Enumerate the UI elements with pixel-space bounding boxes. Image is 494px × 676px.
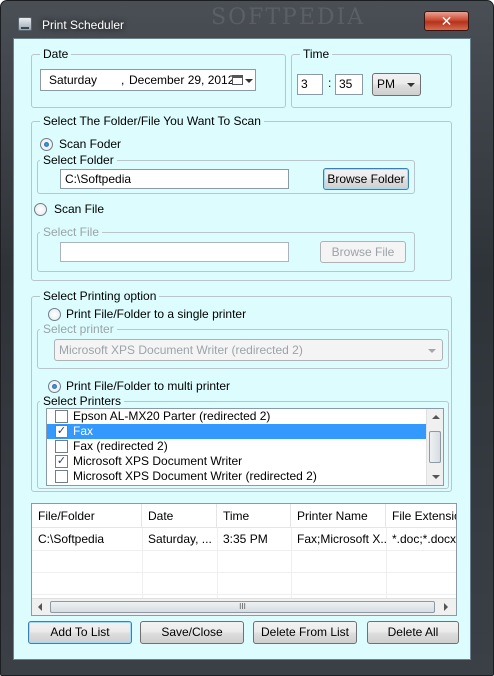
select-printer-label: Select printer [40,322,117,336]
watermark: SOFTPEDIA [211,5,366,30]
hour-value: 3 [301,77,308,91]
scan-folder-label[interactable]: Scan Foder [59,137,121,151]
arrow-down-icon [432,475,440,479]
printers-scrollbar[interactable] [426,409,443,485]
printer-checkbox[interactable]: ✓ [55,455,68,468]
chevron-down-icon[interactable] [245,79,253,83]
close-icon: ✕ [440,13,453,29]
single-printer-radio[interactable] [48,308,61,321]
scroll-down-button[interactable] [428,469,443,485]
scroll-grip-icon: III [239,602,246,611]
column-header[interactable]: Printer Name [291,504,386,528]
scan-folder-radio[interactable] [40,138,53,151]
scroll-thumb[interactable] [429,431,441,463]
arrow-left-icon[interactable] [38,603,42,611]
printer-checkbox[interactable] [55,410,68,423]
date-value: December 29, 2012 [129,73,235,87]
printer-row[interactable]: ✓ Fax [47,424,427,439]
printer-name: Epson AL-MX20 Parter (redirected 2) [73,409,271,423]
chevron-down-icon [407,83,415,87]
ampm-select[interactable]: PM [372,73,421,96]
printing-group: Select Printing option Print File/Folder… [31,289,452,492]
app-icon [18,17,32,31]
scan-file-label[interactable]: Scan File [54,202,104,216]
time-separator: : [328,76,332,90]
select-printers-group: Select Printers Epson AL-MX20 Parter (re… [37,394,449,489]
printer-name: Microsoft XPS Document Writer [73,454,243,468]
printer-name: Microsoft XPS Document Writer (redirecte… [73,469,317,483]
ampm-value: PM [377,77,395,91]
select-folder-group: Select Folder C:\Softpedia Browse Folder [37,153,415,194]
hscroll-thumb[interactable]: III [50,601,435,613]
table-cell: C:\Softpedia [38,532,105,546]
browse-file-button[interactable]: Browse File [320,241,406,263]
arrow-right-icon[interactable] [444,603,448,611]
table-cell: *.doc;*.docx... [392,532,457,546]
scroll-up-button[interactable] [428,409,443,425]
schedule-grid[interactable]: File/Folder Date Time Printer Name File … [31,503,457,616]
scan-group: Select The Folder/File You Want To Scan … [31,114,452,281]
close-button[interactable]: ✕ [424,11,469,31]
window-title: Print Scheduler [42,18,125,32]
folder-path-value: C:\Softpedia [65,172,132,186]
printer-name: Fax [73,424,94,438]
column-header[interactable]: Date [142,504,217,528]
client-area: Date Saturday , December 29, 2012 Time 3… [13,38,471,660]
printer-row[interactable]: Epson AL-MX20 Parter (redirected 2) [47,409,427,424]
single-printer-value: Microsoft XPS Document Writer (redirecte… [59,343,303,357]
select-printers-label: Select Printers [40,394,125,408]
table-cell: Saturday, ... [148,532,212,546]
printer-row[interactable]: Microsoft XPS Document Writer (redirecte… [47,469,427,484]
select-folder-label: Select Folder [40,153,117,167]
delete-from-list-button[interactable]: Delete From List [253,621,357,644]
grid-header: File/Folder Date Time Printer Name File … [32,504,456,528]
printer-name: Fax (redirected 2) [73,439,168,453]
title-bar[interactable]: Print Scheduler SOFTPEDIA ✕ [1,1,494,39]
printers-list[interactable]: Epson AL-MX20 Parter (redirected 2) ✓ Fa… [46,408,444,486]
scan-group-label: Select The Folder/File You Want To Scan [40,114,264,128]
minute-value: 35 [339,77,353,91]
date-group-label: Date [40,47,72,61]
time-group-label: Time [300,47,333,61]
column-header[interactable]: File/Folder [32,504,142,528]
printer-checkbox[interactable] [55,440,68,453]
select-file-group: Select File Browse File [37,225,415,272]
printing-group-label: Select Printing option [40,289,160,303]
select-printer-group: Select printer Microsoft XPS Document Wr… [37,322,449,369]
date-comma: , [121,73,125,87]
printer-checkbox[interactable] [55,470,68,483]
select-file-label: Select File [40,225,103,239]
multi-printer-radio[interactable] [48,380,61,393]
date-weekday: Saturday [49,73,98,87]
minute-input[interactable]: 35 [335,74,363,95]
printer-row[interactable]: ✓ Microsoft XPS Document Writer [47,454,427,469]
multi-printer-label[interactable]: Print File/Folder to multi printer [66,379,230,393]
time-group: Time 3 : 35 PM [291,47,452,108]
calendar-icon[interactable] [232,75,243,85]
hour-input[interactable]: 3 [297,74,323,95]
single-printer-label[interactable]: Print File/Folder to a single printer [66,307,246,321]
scan-file-radio[interactable] [34,203,47,216]
single-printer-select[interactable]: Microsoft XPS Document Writer (redirecte… [54,339,443,361]
column-header[interactable]: File Extensio... [386,504,456,528]
printer-checkbox[interactable]: ✓ [55,425,68,438]
date-group: Date Saturday , December 29, 2012 [31,47,286,108]
delete-all-button[interactable]: Delete All [367,621,459,644]
column-header[interactable]: Time [217,504,291,528]
chevron-down-icon [428,349,436,353]
date-picker[interactable]: Saturday , December 29, 2012 [40,69,256,91]
grid-hscrollbar[interactable]: III [32,598,456,615]
folder-path-input[interactable]: C:\Softpedia [60,169,289,189]
save-close-button[interactable]: Save/Close [140,621,244,644]
table-cell: 3:35 PM [223,532,268,546]
printer-row[interactable]: Fax (redirected 2) [47,439,427,454]
add-to-list-button[interactable]: Add To List [28,621,132,644]
browse-folder-button[interactable]: Browse Folder [323,168,409,190]
table-cell: Fax;Microsoft X... [297,532,386,546]
arrow-up-icon [432,415,440,419]
file-path-input[interactable] [60,242,289,262]
